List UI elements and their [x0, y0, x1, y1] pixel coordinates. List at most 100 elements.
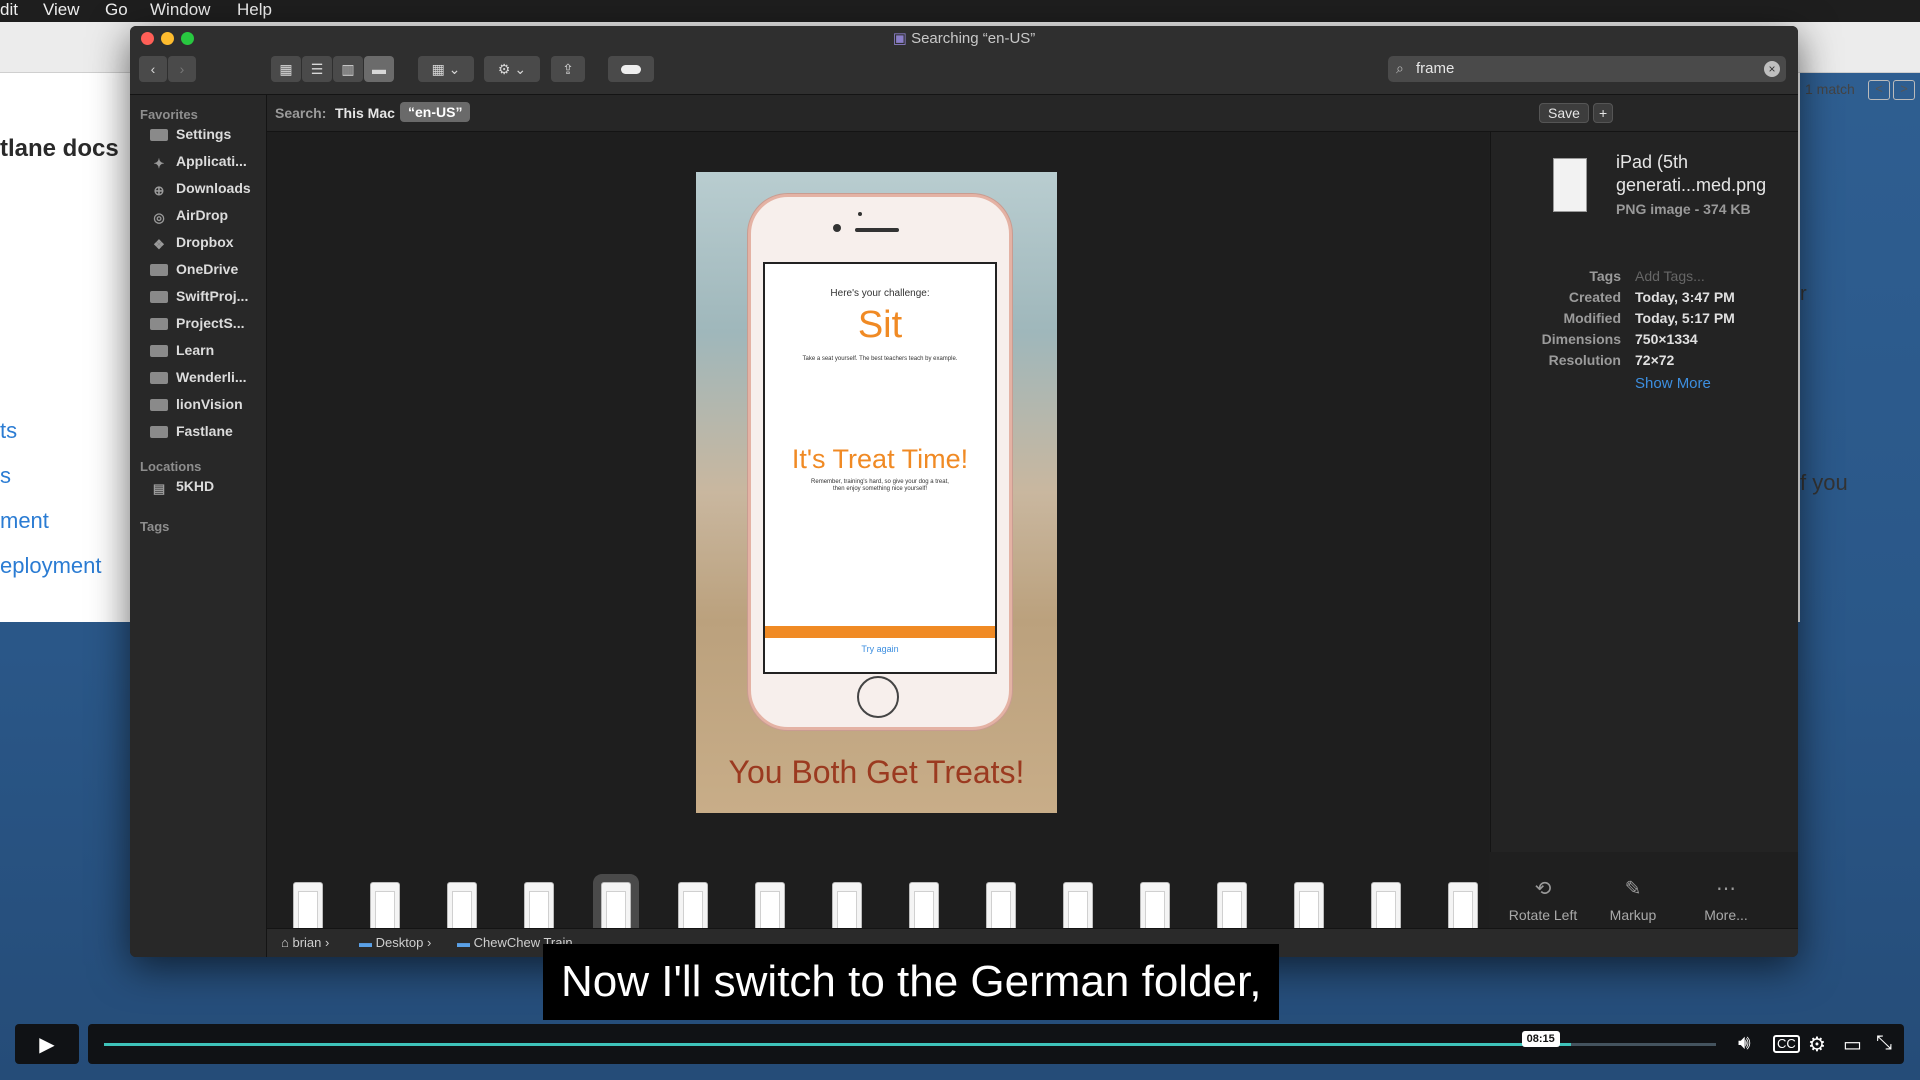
volume-icon[interactable]: 🔊︎ — [1738, 1032, 1751, 1055]
menu-edit[interactable]: dit — [0, 0, 18, 20]
background-link[interactable]: eployment — [0, 553, 102, 579]
gear-icon: ⚙ ⌄ — [497, 60, 527, 77]
front-camera — [833, 224, 841, 232]
background-fragment: f you — [1800, 470, 1848, 495]
menu-go[interactable]: Go — [105, 0, 128, 20]
sidebar-item-fastlane[interactable]: Fastlane — [150, 421, 233, 441]
folder-icon: ▬ — [457, 935, 470, 950]
icon-view-button[interactable]: ▦ — [271, 56, 301, 82]
sidebar-item-settings[interactable]: Settings — [150, 124, 231, 144]
group-by-button[interactable]: ▦ ⌄ — [418, 56, 474, 82]
home-icon: ⌂ — [281, 935, 289, 950]
file-name-line1: iPad (5th — [1616, 152, 1689, 172]
rotate-left-icon: ⟲ — [1534, 878, 1552, 900]
progress-track[interactable]: 08:15 — [104, 1031, 1716, 1047]
search-scope-label: Search: — [275, 105, 327, 121]
gallery-view-button[interactable]: ▬ — [364, 56, 394, 82]
folder-icon — [150, 318, 168, 330]
sidebar-item-downloads[interactable]: ⊕ Downloads — [150, 178, 251, 198]
try-again-button: Try again — [861, 644, 899, 654]
path-segment-home[interactable]: ⌂ brian › — [281, 935, 329, 950]
add-criteria-button[interactable]: + — [1593, 103, 1614, 123]
menu-window[interactable]: Window — [150, 0, 210, 20]
airplay-icon[interactable]: ▭ — [1843, 1032, 1862, 1057]
sensor — [858, 212, 862, 216]
exit-fullscreen-icon[interactable]: ⤡ — [1876, 1032, 1892, 1055]
more-actions-button[interactable]: ⋯ More... — [1686, 876, 1766, 923]
dropbox-icon: ❖ — [153, 237, 165, 252]
sidebar-item-projects[interactable]: ProjectS... — [150, 313, 244, 333]
share-icon: ⇪ — [562, 60, 574, 77]
challenge-label: Here's your challenge: — [830, 288, 930, 299]
scope-current-folder[interactable]: “en-US” — [400, 102, 471, 122]
markup-icon: ✎ — [1624, 878, 1642, 900]
share-button[interactable]: ⇪ — [551, 56, 585, 82]
file-name-line2: generati...med.png — [1616, 175, 1767, 195]
next-match-button[interactable]: > — [1893, 80, 1915, 100]
timer-bar — [765, 626, 995, 638]
background-heading: tlane docs — [0, 135, 119, 162]
search-icon: ⌕ — [1396, 60, 1404, 76]
add-tags-field[interactable]: Add Tags... — [1635, 268, 1705, 284]
columns-icon: ▥ — [341, 60, 355, 77]
grid-icon: ▦ — [279, 60, 293, 77]
list-view-button[interactable]: ☰ — [302, 56, 332, 82]
app-screen: Here's your challenge: Sit Take a seat y… — [763, 262, 997, 674]
treat-subtitle-2: then enjoy something nice yourself! — [832, 486, 928, 492]
folder-icon — [150, 291, 168, 303]
menu-help[interactable]: Help — [237, 0, 272, 20]
match-count: 1 match — [1805, 81, 1855, 97]
folder-icon — [150, 372, 168, 384]
folder-icon — [150, 129, 168, 141]
folder-icon: ▬ — [359, 935, 372, 950]
play-button[interactable]: ▶ — [15, 1024, 79, 1064]
file-kind: PNG image - 374 KB — [1616, 201, 1751, 217]
sidebar-item-5khd[interactable]: ▤ 5KHD — [150, 476, 214, 496]
tag-button[interactable] — [608, 56, 654, 82]
command-text: Sit — [857, 304, 903, 346]
phone-frame: Here's your challenge: Sit Take a seat y… — [748, 194, 1012, 730]
prev-match-button[interactable]: < — [1868, 80, 1890, 100]
more-icon: ⋯ — [1716, 878, 1736, 900]
applications-icon: ✦ — [153, 156, 165, 171]
background-fragment: r — [1800, 283, 1807, 305]
inspector-panel: iPad (5th generati...med.png PNG image -… — [1490, 132, 1798, 852]
sidebar-item-swiftproj[interactable]: SwiftProj... — [150, 286, 248, 306]
column-view-button[interactable]: ▥ — [333, 56, 363, 82]
settings-gear-icon[interactable]: ⚙ — [1808, 1032, 1826, 1057]
background-link[interactable]: ment — [0, 508, 49, 534]
search-field[interactable]: ⌕ frame × — [1388, 56, 1786, 82]
back-button[interactable]: ‹ — [139, 56, 167, 82]
tag-icon — [621, 64, 641, 74]
sidebar-item-applications[interactable]: ✦ Applicati... — [150, 151, 247, 171]
clear-search-button[interactable]: × — [1764, 61, 1780, 77]
sidebar-item-onedrive[interactable]: OneDrive — [150, 259, 238, 279]
sidebar-item-airdrop[interactable]: ◎ AirDrop — [150, 205, 228, 225]
show-more-link[interactable]: Show More — [1635, 375, 1711, 392]
preview-image: Here's your challenge: Sit Take a seat y… — [696, 172, 1057, 813]
markup-button[interactable]: ✎ Markup — [1600, 876, 1666, 923]
sidebar-item-lionvision[interactable]: lionVision — [150, 394, 243, 414]
progress-fill — [104, 1043, 1571, 1046]
app-menubar: dit View Go Window Help — [0, 0, 1920, 22]
forward-button[interactable]: › — [168, 56, 196, 82]
captions-icon[interactable]: CC — [1773, 1035, 1800, 1053]
smart-folder-icon: ▣ — [892, 30, 912, 47]
search-input[interactable]: frame — [1416, 60, 1454, 77]
player-control-bar: 08:15 🔊︎ CC ⚙ ▭ ⤡ — [88, 1024, 1904, 1064]
scope-this-mac[interactable]: This Mac — [335, 105, 395, 121]
save-search-button[interactable]: Save — [1539, 103, 1589, 123]
finder-titlebar: ▣ Searching “en-US” ‹ › ▦ ☰ ▥ ▬ ▦ ⌄ ⚙ ⌄ … — [130, 26, 1798, 95]
favorites-header: Favorites — [140, 107, 198, 122]
tags-header: Tags — [140, 519, 170, 534]
background-link[interactable]: ts — [0, 418, 17, 444]
finder-sidebar: Favorites Settings ✦ Applicati... ⊕ Downlo… — [130, 95, 267, 957]
sidebar-item-learn[interactable]: Learn — [150, 340, 214, 360]
sidebar-item-wenderlich[interactable]: Wenderli... — [150, 367, 247, 387]
background-link[interactable]: s — [0, 463, 11, 489]
path-segment-desktop[interactable]: ▬ Desktop › — [359, 935, 431, 950]
action-menu-button[interactable]: ⚙ ⌄ — [484, 56, 540, 82]
menu-view[interactable]: View — [43, 0, 80, 20]
sidebar-item-dropbox[interactable]: ❖ Dropbox — [150, 232, 233, 252]
rotate-left-button[interactable]: ⟲ Rotate Left — [1500, 876, 1586, 923]
